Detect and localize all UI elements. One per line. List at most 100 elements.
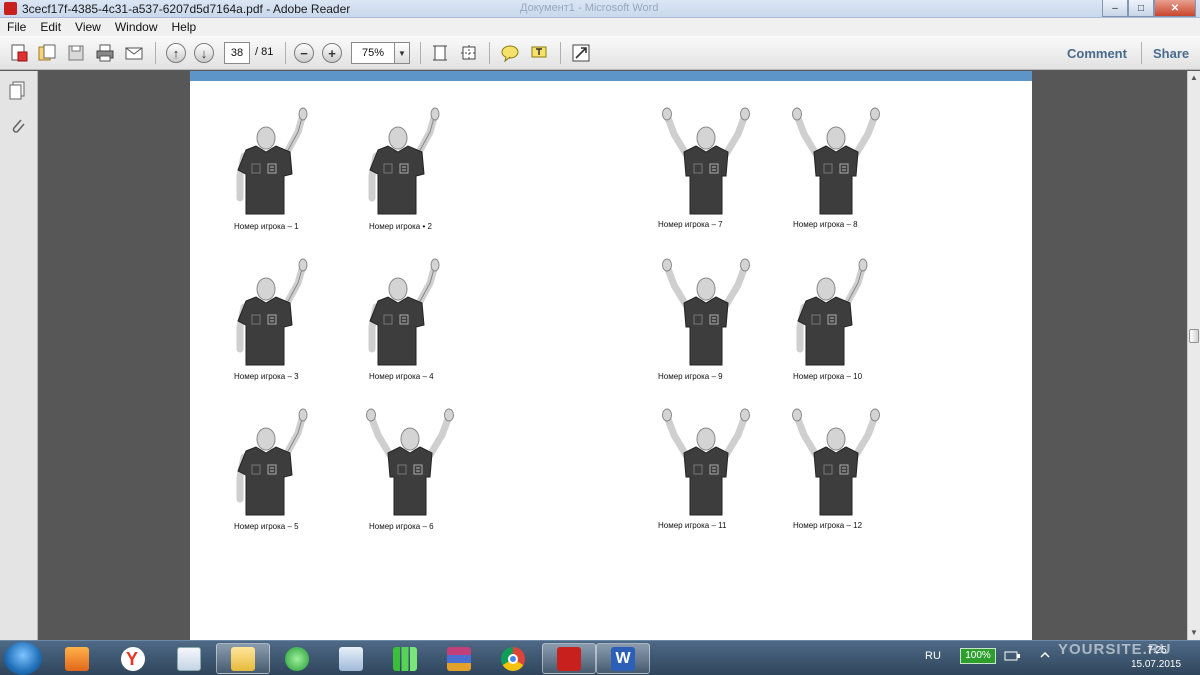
maximize-button[interactable]: □ [1128, 0, 1154, 17]
menu-edit[interactable]: Edit [33, 20, 68, 34]
referee-both-arms-up-icon [660, 104, 752, 216]
window-title: 3cecf17f-4385-4c31-a537-6207d5d7164a.pdf… [22, 2, 351, 16]
toolbar-separator [420, 42, 421, 64]
zoom-in-icon[interactable]: + [322, 43, 342, 63]
clock-date[interactable]: 15.07.2015 [1128, 659, 1184, 670]
winrar-icon [447, 646, 471, 671]
referee-figure-2 [366, 104, 446, 216]
save-icon[interactable] [65, 42, 87, 64]
email-icon[interactable] [123, 42, 145, 64]
vertical-scrollbar[interactable]: ▲ ▼ [1187, 71, 1200, 640]
files-icon[interactable] [36, 42, 58, 64]
taskbar-microsoft-word[interactable]: W [596, 643, 650, 674]
toolbar-separator [285, 42, 286, 64]
minimize-button[interactable]: – [1102, 0, 1128, 17]
toolbar-separator [155, 42, 156, 64]
menu-help[interactable]: Help [165, 20, 204, 34]
taskbar-winrar[interactable] [432, 643, 486, 674]
menu-window[interactable]: Window [108, 20, 165, 34]
taskbar-file-explorer[interactable] [216, 643, 270, 674]
referee-figure-1 [234, 104, 314, 216]
create-pdf-icon[interactable] [8, 42, 30, 64]
taskbar-network-app[interactable] [270, 643, 324, 674]
figure-caption: Номер игрока – 5 [234, 522, 299, 531]
language-indicator[interactable]: RU [925, 650, 941, 662]
media-player-icon [65, 646, 89, 671]
taskbar-signal-app[interactable] [378, 643, 432, 674]
highlight-icon[interactable] [528, 42, 550, 64]
referee-right-arm-up-icon [366, 104, 446, 216]
toolbar-separator [560, 42, 561, 64]
referee-figure-4 [366, 255, 446, 367]
navigation-pane [0, 71, 38, 640]
taskbar-audio-app[interactable] [324, 643, 378, 674]
pdf-page [190, 81, 1032, 640]
sticky-note-icon[interactable] [499, 42, 521, 64]
referee-right-arm-up-icon [366, 255, 446, 367]
word-icon: W [611, 646, 635, 671]
referee-right-arm-up-icon [234, 405, 314, 517]
page-thumbnails-icon[interactable] [8, 80, 28, 100]
taskbar-yandex-browser[interactable]: Y [106, 643, 160, 674]
scroll-up-icon[interactable]: ▲ [1188, 71, 1200, 85]
prev-page-icon[interactable]: ↑ [166, 43, 186, 63]
network-icon [285, 646, 309, 671]
referee-both-arms-up-icon [790, 104, 882, 216]
comment-button[interactable]: Comment [1067, 46, 1127, 61]
page-top-strip [190, 71, 1032, 81]
referee-figure-5 [234, 405, 314, 517]
print-icon[interactable] [94, 42, 116, 64]
figure-caption: Номер игрока – 1 [234, 222, 299, 231]
attachments-icon[interactable] [8, 116, 28, 136]
taskbar-onscreen-keyboard[interactable] [162, 643, 216, 674]
referee-both-arms-up-icon [364, 405, 456, 517]
taskbar-adobe-reader[interactable] [542, 643, 596, 674]
menu-view[interactable]: View [68, 20, 108, 34]
share-button[interactable]: Share [1153, 46, 1189, 61]
signal-bars-icon [393, 646, 417, 671]
referee-figure-3 [234, 255, 314, 367]
referee-figure-12 [790, 405, 882, 517]
adobe-reader-icon [557, 646, 581, 671]
taskbar-chrome[interactable] [486, 643, 540, 674]
read-mode-icon[interactable] [570, 42, 592, 64]
folder-icon [231, 646, 255, 671]
page-number-input[interactable]: 38 [224, 42, 250, 64]
keyboard-icon [177, 646, 201, 671]
referee-right-arm-up-icon [234, 104, 314, 216]
referee-figure-11 [660, 405, 752, 517]
taskbar-media-player[interactable] [50, 643, 104, 674]
referee-figure-6 [364, 405, 456, 517]
title-bar: 3cecf17f-4385-4c31-a537-6207d5d7164a.pdf… [0, 0, 1200, 18]
figure-caption: Номер игрока – 7 [658, 220, 723, 229]
page-total: / 81 [255, 46, 274, 58]
fit-width-icon[interactable] [458, 42, 480, 64]
menu-bar: File Edit View Window Help [0, 18, 1200, 36]
clock-time[interactable]: 7:25 [1131, 645, 1183, 656]
show-hidden-icons-icon[interactable] [1040, 650, 1050, 660]
menu-file[interactable]: File [0, 20, 33, 34]
battery-indicator[interactable]: 100% [960, 648, 996, 664]
referee-both-arms-up-icon [660, 405, 752, 517]
toolbar-separator [1141, 42, 1142, 64]
referee-figure-9 [660, 255, 752, 367]
scroll-down-icon[interactable]: ▼ [1188, 626, 1200, 640]
figure-caption: Номер игрока – 11 [658, 521, 727, 530]
referee-both-arms-up-icon [660, 255, 752, 367]
fit-page-icon[interactable] [429, 42, 451, 64]
next-page-icon[interactable]: ↓ [194, 43, 214, 63]
figure-caption: Номер игрока – 3 [234, 372, 299, 381]
scroll-thumb[interactable] [1189, 329, 1199, 343]
close-button[interactable]: ✕ [1154, 0, 1196, 17]
zoom-input[interactable]: 75% [351, 42, 395, 64]
referee-both-arms-up-icon [790, 405, 882, 517]
figure-caption: Номер игрока – 8 [793, 220, 858, 229]
referee-right-arm-up-icon [794, 255, 874, 367]
zoom-out-icon[interactable]: − [294, 43, 314, 63]
zoom-dropdown-icon[interactable]: ▼ [394, 42, 410, 64]
start-button[interactable] [4, 642, 42, 675]
figure-caption: Номер игрока – 6 [369, 522, 434, 531]
chrome-icon [501, 646, 525, 671]
referee-figure-8 [790, 104, 882, 216]
power-plug-icon[interactable] [1004, 650, 1022, 662]
